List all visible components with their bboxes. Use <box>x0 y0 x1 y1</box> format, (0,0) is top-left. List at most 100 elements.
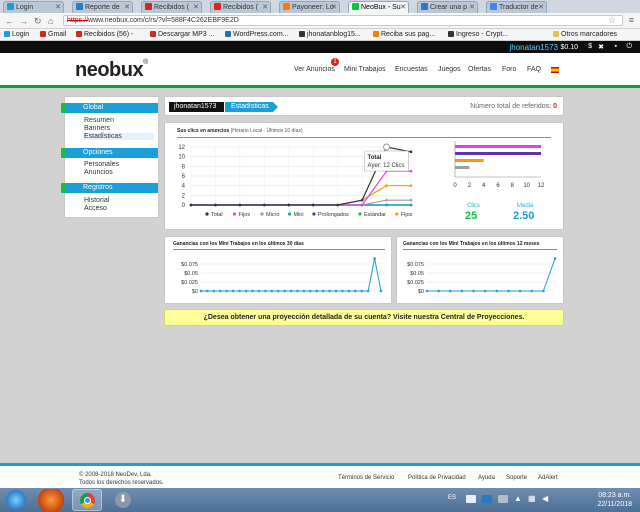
nav-mini-trabajos[interactable]: Mini Trabajos <box>344 66 386 73</box>
nav-juegos[interactable]: Juegos <box>438 66 461 73</box>
home-icon[interactable]: ⌂ <box>48 16 53 26</box>
bookmark-item[interactable]: Gmail <box>40 31 66 38</box>
firefox-icon[interactable] <box>36 489 66 511</box>
nav-ofertas[interactable]: Ofertas <box>468 66 491 73</box>
close-icon[interactable]: ✕ <box>400 3 406 11</box>
tab-favicon <box>283 3 290 10</box>
close-icon[interactable]: ✕ <box>538 3 544 11</box>
username-link[interactable]: jhonatan1573 <box>510 43 559 52</box>
data-point <box>379 289 383 293</box>
chrome-taskbar-button[interactable] <box>72 489 102 511</box>
bookmark-item[interactable]: Descargar MP3 ... <box>150 31 214 38</box>
close-icon[interactable]: ✕ <box>331 3 337 11</box>
tray-app-icon[interactable] <box>482 495 492 503</box>
taskbar-clock[interactable]: 08:23 a.m. 22/11/2018 <box>597 491 632 509</box>
expand-tray-icon[interactable]: ▲ <box>514 494 522 503</box>
windows-start-icon[interactable] <box>6 490 26 510</box>
registered-mark: ® <box>143 59 148 66</box>
breadcrumb-user[interactable]: jhonatan1573 <box>169 102 224 112</box>
close-icon[interactable]: ✕ <box>124 3 130 11</box>
sidebar-item-anuncios[interactable]: Anuncios <box>84 169 113 176</box>
tab-label: Login <box>16 4 34 11</box>
nav-foro[interactable]: Foro <box>502 66 516 73</box>
browser-tab[interactable]: Recibidos (✕ <box>210 1 271 13</box>
sidebar-item-personales[interactable]: Personales <box>84 161 119 168</box>
data-point <box>385 184 388 187</box>
download-taskbar-button[interactable]: ⬇ <box>108 489 138 511</box>
tab-favicon <box>76 3 83 10</box>
footer-link-terminos[interactable]: Términos de Servicio <box>338 475 394 481</box>
nav-faq[interactable]: FAQ <box>527 66 541 73</box>
bookmark-item[interactable]: jhonatanblog15... <box>299 31 361 38</box>
browser-tab[interactable]: Recibidos (✕ <box>141 1 202 13</box>
back-icon[interactable]: ← <box>5 16 14 26</box>
bookmark-favicon <box>299 31 305 37</box>
close-icon[interactable]: ✕ <box>469 3 475 11</box>
data-point <box>321 289 325 293</box>
url-input[interactable]: https://www.neobux.com/c/rs/?vl=588F4C26… <box>63 15 623 26</box>
bookmark-item[interactable]: WordPress.com... <box>225 31 289 38</box>
network-icon[interactable]: ▦ <box>528 494 536 503</box>
footer-link-adalert[interactable]: AdAlert <box>538 475 558 481</box>
tooltip-text: Ayer: 12 Clics <box>368 163 405 169</box>
bookmark-favicon <box>150 31 156 37</box>
nav-encuestas[interactable]: Encuestas <box>395 66 428 73</box>
bookmark-favicon <box>4 31 10 37</box>
volume-icon[interactable]: ◀ <box>542 494 548 503</box>
neobux-logo[interactable]: neobux® <box>75 59 148 82</box>
y-tick-label: $0.075 <box>181 262 198 268</box>
bookmark-star-icon[interactable]: ☆ <box>608 15 616 26</box>
close-icon[interactable]: ✕ <box>193 3 199 11</box>
browser-tab[interactable]: Traductor de ✕ <box>486 1 547 13</box>
sidebar-item-historial[interactable]: Historial <box>84 197 109 204</box>
bookmark-item[interactable]: Ingreso - Crypt... <box>448 31 508 38</box>
referrals-total: Número total de referidos: 0 <box>470 103 557 110</box>
legend-entry: Estándar <box>364 212 386 218</box>
spain-flag-icon[interactable] <box>551 67 559 73</box>
close-icon[interactable]: ✕ <box>262 3 268 11</box>
y-tick-label: 2 <box>182 193 186 199</box>
tray-app-icon[interactable] <box>466 495 476 503</box>
browser-tab[interactable]: Payoneer: Lo ✕ <box>279 1 340 13</box>
bookmark-item[interactable]: Login <box>4 31 29 38</box>
forward-icon[interactable]: → <box>19 16 28 26</box>
clock-date: 22/11/2018 <box>597 501 632 508</box>
language-indicator[interactable]: ES <box>448 495 456 501</box>
browser-tab[interactable]: Reporte de ✕ <box>72 1 133 13</box>
chrome-icon <box>80 493 95 508</box>
copyright: © 2008-2018 NeoDev, Lda. Todos los derech… <box>79 471 164 487</box>
profile-icon[interactable]: ▪ <box>615 43 617 50</box>
tab-favicon <box>214 3 221 10</box>
series-line <box>201 258 382 292</box>
sidebar-item-acceso[interactable]: Acceso <box>84 205 107 212</box>
data-point <box>460 289 464 293</box>
browser-tab[interactable]: Crear una p ✕ <box>417 1 478 13</box>
sidebar-item-banners[interactable]: Banners <box>84 125 110 132</box>
data-point <box>251 289 254 293</box>
power-icon[interactable]: ⏻ <box>626 43 632 51</box>
footer-link-ayuda[interactable]: Ayuda <box>478 475 495 481</box>
address-toolbar: ← → ↻ ⌂ https://www.neobux.com/c/rs/?vl=… <box>0 13 640 29</box>
menu-icon[interactable]: ≡ <box>629 15 634 25</box>
tools-icon[interactable]: ✖ <box>598 43 604 51</box>
tray-app-icon[interactable] <box>498 495 508 503</box>
windows-taskbar: ⬇ ES ▲ ▦ ◀ 08:23 a.m. 22/11/2018 <box>0 488 640 512</box>
footer-link-soporte[interactable]: Soporte <box>506 475 527 481</box>
footer-link-privacidad[interactable]: Política de Privacidad <box>408 475 466 481</box>
bookmark-item[interactable]: Recibidos (56) - <box>76 31 133 38</box>
reload-icon[interactable]: ↻ <box>34 16 42 27</box>
other-bookmarks[interactable]: Otros marcadores <box>553 31 617 38</box>
bookmark-item[interactable]: Reciba sus pag... <box>373 31 435 38</box>
clicks-value: 25 <box>465 210 478 222</box>
sidebar-item-resumen[interactable]: Resumen <box>84 117 114 124</box>
projection-banner[interactable]: ¿Desea obtener una proyección detallada … <box>164 309 564 326</box>
nav-ver-anuncios[interactable]: Ver Anuncios <box>294 66 335 73</box>
tab-label: Payoneer: Lo <box>292 4 334 11</box>
dollar-icon[interactable]: $ <box>588 43 592 50</box>
close-icon[interactable]: ✕ <box>55 3 61 11</box>
sidebar-item-estadisticas[interactable]: Estadísticas <box>84 133 154 140</box>
browser-tab-active[interactable]: NeoBux - Su ✕ <box>348 1 409 13</box>
browser-tab[interactable]: Login ✕ <box>3 1 64 13</box>
breadcrumb-section: Estadísticas <box>225 102 278 112</box>
data-point <box>409 184 413 187</box>
